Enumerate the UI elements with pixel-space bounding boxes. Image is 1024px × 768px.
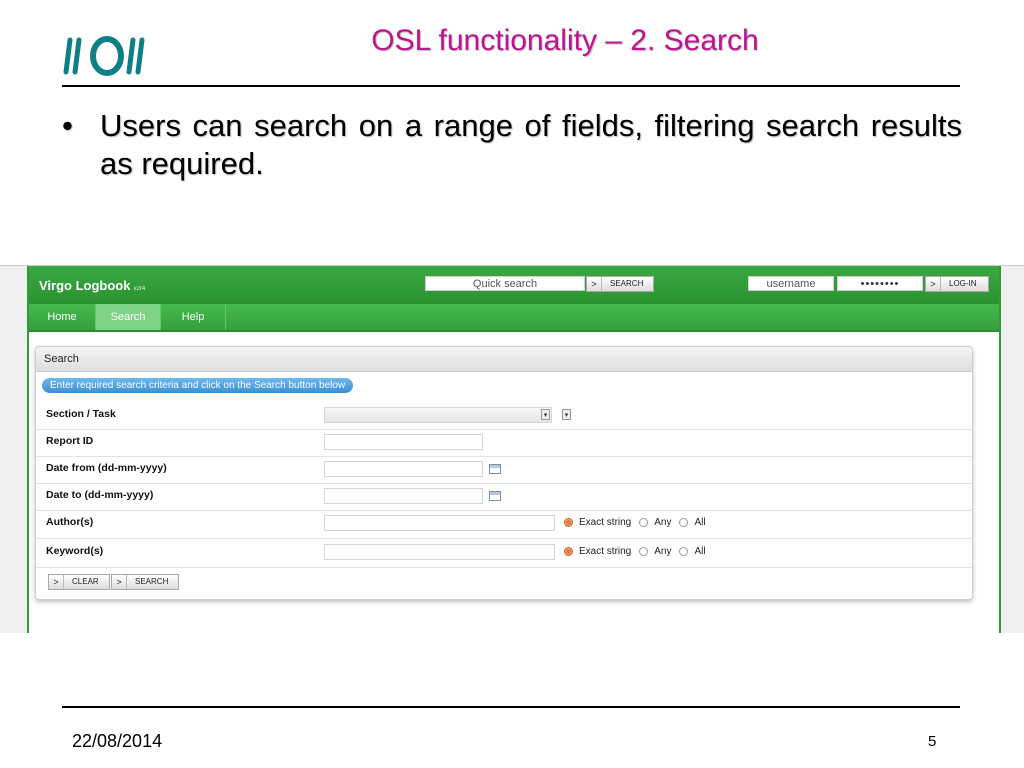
quick-search-button-label: SEARCH [610, 279, 644, 288]
section-task-label: Section / Task [46, 408, 116, 420]
radio-selected-icon[interactable] [564, 518, 573, 527]
slide-title: OSL functionality – 2. Search [371, 24, 759, 57]
row-section-task: Section / Task ▾ ▾ [36, 402, 972, 430]
row-authors: Author(s) Exact string Any All [36, 510, 972, 539]
search-button-label: SEARCH [135, 577, 169, 586]
report-id-input[interactable] [324, 434, 483, 450]
authors-label: Author(s) [46, 516, 94, 528]
radio-icon[interactable] [639, 547, 649, 556]
option-any[interactable]: Any [639, 517, 671, 528]
radio-icon[interactable] [679, 547, 689, 556]
footer-date: 22/08/2014 [72, 731, 163, 751]
option-label: Any [654, 546, 672, 557]
authors-match-options: Exact string Any All [564, 517, 714, 528]
chevron-right-icon: > [926, 277, 941, 291]
calendar-icon[interactable] [489, 464, 501, 474]
chevron-right-icon: > [112, 575, 127, 589]
page-number: 5 [928, 733, 937, 750]
report-id-label: Report ID [46, 435, 94, 447]
calendar-icon[interactable] [489, 491, 501, 501]
app-brand: Virgo Logbook v2r4 [39, 278, 145, 293]
clear-button[interactable]: > CLEAR [48, 574, 110, 590]
app-window: Virgo Logbook v2r4 Quick search > SEARCH … [27, 266, 1001, 633]
title-divider [62, 85, 960, 87]
bullet-marker: • [62, 108, 73, 143]
quick-search-input[interactable]: Quick search [425, 276, 585, 291]
section-select[interactable] [324, 407, 552, 423]
chevron-down-icon[interactable]: ▾ [541, 409, 550, 420]
keywords-input[interactable] [324, 544, 555, 560]
task-select-chevron-down-icon[interactable]: ▾ [562, 409, 571, 420]
bullet-text: Users can search on a range of fields, f… [100, 108, 962, 181]
date-from-label: Date from (dd-mm-yyyy) [46, 462, 167, 474]
login-button-label: LOG-IN [949, 279, 977, 288]
search-hint-banner: Enter required search criteria and click… [42, 378, 354, 393]
radio-icon[interactable] [679, 518, 689, 527]
app-screenshot: Virgo Logbook v2r4 Quick search > SEARCH … [0, 265, 1024, 633]
ego-logo-icon [63, 36, 145, 76]
option-exact-string[interactable]: Exact string [564, 546, 631, 557]
main-nav: Home Search Help [29, 304, 999, 332]
keywords-label: Keyword(s) [46, 545, 104, 557]
date-to-input[interactable] [324, 488, 483, 504]
quick-search-button[interactable]: > SEARCH [586, 276, 654, 292]
option-label: All [694, 546, 706, 557]
keywords-match-options: Exact string Any All [564, 546, 714, 557]
row-date-from: Date from (dd-mm-yyyy) [36, 456, 972, 484]
row-keywords: Keyword(s) Exact string Any All [36, 539, 972, 568]
brand-version: v2r4 [133, 286, 146, 292]
footer-divider [62, 706, 960, 708]
authors-input[interactable] [324, 515, 555, 531]
option-label: Any [654, 517, 672, 528]
app-header: Virgo Logbook v2r4 Quick search > SEARCH … [29, 266, 999, 304]
radio-selected-icon[interactable] [564, 547, 573, 556]
nav-help[interactable]: Help [161, 304, 226, 330]
search-panel-title: Search [36, 347, 972, 372]
password-input[interactable]: •••••••• [837, 276, 923, 291]
row-date-to: Date to (dd-mm-yyyy) [36, 483, 972, 511]
date-to-label: Date to (dd-mm-yyyy) [46, 489, 154, 501]
option-all[interactable]: All [679, 517, 706, 528]
date-from-input[interactable] [324, 461, 483, 477]
option-label: Exact string [579, 517, 632, 528]
search-panel: Search Enter required search criteria an… [35, 346, 973, 600]
chevron-right-icon: > [587, 277, 602, 291]
nav-home[interactable]: Home [29, 304, 96, 330]
bullet-point: • Users can search on a range of fields,… [62, 107, 962, 183]
username-input[interactable]: username [748, 276, 834, 291]
row-report-id: Report ID [36, 429, 972, 457]
radio-icon[interactable] [639, 518, 649, 527]
option-label: Exact string [579, 546, 632, 557]
option-all[interactable]: All [679, 546, 706, 557]
nav-search[interactable]: Search [96, 304, 161, 330]
chevron-right-icon: > [49, 575, 64, 589]
option-label: All [694, 517, 706, 528]
login-button[interactable]: > LOG-IN [925, 276, 989, 292]
option-any[interactable]: Any [639, 546, 671, 557]
option-exact-string[interactable]: Exact string [564, 517, 631, 528]
brand-name: Virgo Logbook [39, 278, 131, 293]
clear-button-label: CLEAR [72, 577, 99, 586]
search-button[interactable]: > SEARCH [111, 574, 179, 590]
